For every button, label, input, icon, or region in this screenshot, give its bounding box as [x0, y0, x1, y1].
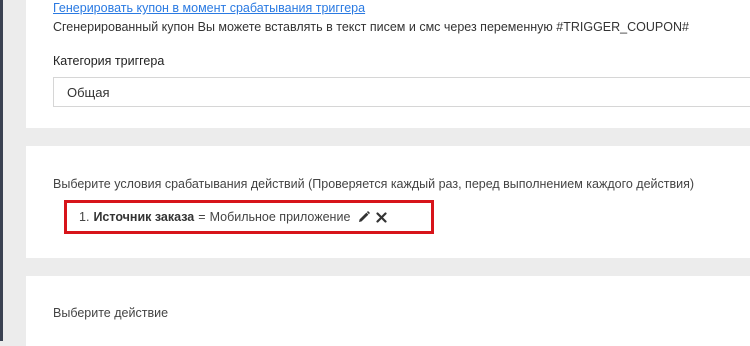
trigger-settings-card: Генерировать купон в момент срабатывания… — [26, 0, 750, 128]
condition-operator: = — [198, 210, 206, 224]
left-border — [0, 0, 3, 341]
condition-number: 1. — [79, 210, 90, 224]
close-icon[interactable] — [376, 211, 388, 223]
condition-field: Источник заказа — [93, 210, 195, 224]
condition-value: Мобильное приложение — [209, 210, 351, 224]
category-select[interactable]: Общая — [53, 77, 750, 107]
category-select-value: Общая — [67, 85, 110, 100]
condition-item: 1. Источник заказа = Мобильное приложени… — [64, 200, 434, 234]
action-prompt: Выберите действие — [53, 306, 169, 320]
coupon-hint-text: Сгенерированный купон Вы можете вставлят… — [53, 20, 689, 34]
generate-coupon-link[interactable]: Генерировать купон в момент срабатывания… — [53, 1, 365, 15]
conditions-prompt: Выберите условия срабатывания действий (… — [53, 177, 695, 191]
pencil-icon[interactable] — [358, 211, 371, 223]
conditions-card: Выберите условия срабатывания действий (… — [26, 146, 750, 258]
category-label: Категория триггера — [53, 54, 165, 68]
action-card: Выберите действие — [26, 276, 750, 346]
